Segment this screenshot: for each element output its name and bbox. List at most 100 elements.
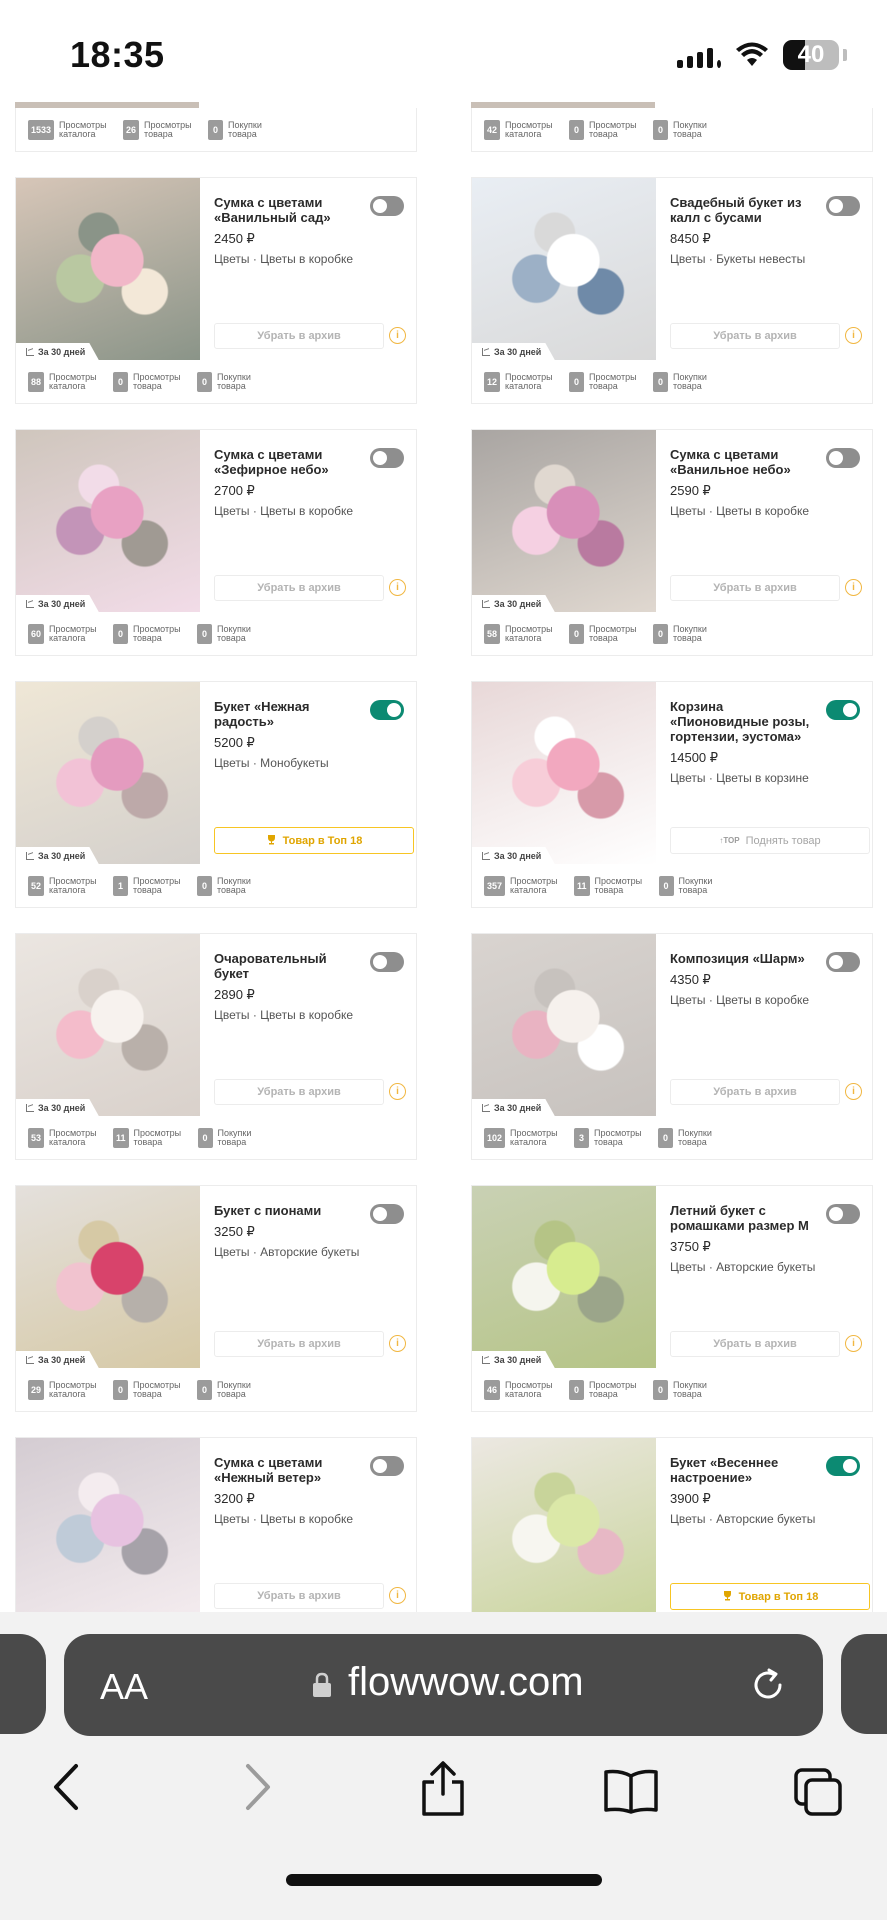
catalog-views-label: Просмотры каталога: [510, 1127, 558, 1147]
home-indicator: [286, 1874, 602, 1886]
stats-row: 1533 Просмотры каталога 26 Просмотры товара…: [15, 108, 417, 152]
archive-button[interactable]: Убрать в архив: [670, 1331, 840, 1357]
archive-button[interactable]: Убрать в архив: [670, 1079, 840, 1105]
back-icon[interactable]: [50, 1762, 84, 1812]
raise-product-button[interactable]: ↑TOP Поднять товар: [670, 827, 870, 854]
info-icon[interactable]: i: [389, 327, 406, 344]
visibility-toggle[interactable]: [826, 196, 860, 216]
product-card[interactable]: Букет «Весеннее настроение» 3900 ₽ Цветы ·…: [471, 1437, 873, 1612]
share-icon[interactable]: [418, 1760, 468, 1818]
product-image[interactable]: За 30 дней: [472, 682, 656, 865]
visibility-toggle[interactable]: [826, 700, 860, 720]
stat-catalog-views: 52 Просмотры каталога: [28, 875, 101, 896]
stats-row: 58 Просмотры каталога 0 Просмотры товара 0 По…: [471, 612, 873, 656]
archive-button[interactable]: Убрать в архив: [214, 1079, 384, 1105]
product-price: 3250 ₽: [214, 1224, 255, 1239]
product-title[interactable]: Свадебный букет из калл с бусами: [670, 195, 818, 225]
catalog-views-label: Просмотры каталога: [49, 875, 97, 895]
archive-button[interactable]: Убрать в архив: [214, 1583, 384, 1609]
product-title[interactable]: Летний букет с ромашками размер M: [670, 1203, 818, 1233]
product-title[interactable]: Букет «Весеннее настроение»: [670, 1455, 818, 1485]
archive-button[interactable]: Убрать в архив: [214, 1331, 384, 1357]
stat-purchases: 0 Покупки товара: [197, 1127, 270, 1148]
product-title[interactable]: Сумка с цветами «Нежный ветер»: [214, 1455, 362, 1485]
stat-product-views: 1 Просмотры товара: [113, 875, 185, 896]
visibility-toggle[interactable]: [826, 952, 860, 972]
info-icon[interactable]: i: [389, 579, 406, 596]
info-icon[interactable]: i: [845, 579, 862, 596]
product-image[interactable]: За 30 дней: [472, 934, 656, 1117]
product-title[interactable]: Букет «Нежная радость»: [214, 699, 362, 729]
product-card[interactable]: Сумка с цветами «Нежный ветер» 3200 ₽ Цвет…: [15, 1437, 417, 1612]
product-image[interactable]: За 30 дней: [16, 682, 200, 865]
next-tab-peek[interactable]: [841, 1634, 887, 1734]
period-text: За 30 дней: [38, 851, 86, 861]
product-title[interactable]: Композиция «Шарм»: [670, 951, 818, 966]
product-image[interactable]: За 30 дней: [16, 430, 200, 613]
product-image[interactable]: [16, 1438, 200, 1612]
info-icon[interactable]: i: [389, 1587, 406, 1604]
info-icon[interactable]: i: [845, 1083, 862, 1100]
tabs-icon[interactable]: [792, 1766, 844, 1818]
product-image[interactable]: За 30 дней: [16, 934, 200, 1117]
visibility-toggle[interactable]: [370, 1204, 404, 1224]
product-image[interactable]: [472, 1438, 656, 1612]
info-icon[interactable]: i: [845, 1335, 862, 1352]
archive-button[interactable]: Убрать в архив: [214, 323, 384, 349]
visibility-toggle[interactable]: [370, 1456, 404, 1476]
product-title[interactable]: Корзина «Пионовидные розы, гортензии, эу…: [670, 699, 818, 744]
product-title[interactable]: Очаровательный букет: [214, 951, 362, 981]
reader-settings-button[interactable]: AA: [100, 1666, 148, 1708]
period-text: За 30 дней: [494, 1103, 542, 1113]
info-icon[interactable]: i: [845, 327, 862, 344]
url-text: flowwow.com: [348, 1660, 584, 1704]
product-title[interactable]: Сумка с цветами «Зефирное небо»: [214, 447, 362, 477]
visibility-toggle[interactable]: [370, 952, 404, 972]
stats-row: 53 Просмотры каталога 11 Просмотры товара 0 П…: [15, 1116, 417, 1160]
stat-purchases: 0 Покупки товара: [653, 371, 725, 392]
product-image[interactable]: За 30 дней: [16, 178, 200, 361]
product-image[interactable]: За 30 дней: [472, 1186, 656, 1369]
top-product-button[interactable]: Товар в Топ 18: [214, 827, 414, 854]
catalog-views-count: 52: [28, 875, 45, 896]
address-bar[interactable]: AA flowwow.com: [64, 1634, 823, 1736]
visibility-toggle[interactable]: [370, 196, 404, 216]
product-category: Цветы · Цветы в коробке: [214, 1512, 354, 1526]
product-image[interactable]: За 30 дней: [16, 1186, 200, 1369]
purchases-label: Покупки товара: [217, 623, 251, 643]
stat-purchases: 0 Покупки товара: [653, 1379, 725, 1400]
visibility-toggle[interactable]: [826, 1456, 860, 1476]
product-title[interactable]: Сумка с цветами «Ванильный сад»: [214, 195, 362, 225]
top-product-button[interactable]: Товар в Топ 18: [670, 1583, 870, 1610]
period-label: За 30 дней: [472, 343, 556, 361]
top-tag: ↑TOP: [719, 836, 739, 845]
period-text: За 30 дней: [38, 599, 86, 609]
archive-button[interactable]: Убрать в архив: [670, 575, 840, 601]
previous-tab-peek[interactable]: [0, 1634, 46, 1734]
catalog-views-label: Просмотры каталога: [59, 119, 107, 139]
product-category: Цветы · Монобукеты: [214, 756, 329, 770]
visibility-toggle[interactable]: [370, 700, 404, 720]
catalog-views-count: 46: [484, 1379, 501, 1400]
product-category: Цветы · Цветы в корзине: [670, 771, 809, 785]
catalog-views-count: 53: [28, 1127, 45, 1148]
visibility-toggle[interactable]: [370, 448, 404, 468]
product-title[interactable]: Букет с пионами: [214, 1203, 362, 1218]
period-text: За 30 дней: [494, 851, 542, 861]
bookmarks-icon[interactable]: [602, 1768, 660, 1814]
visibility-toggle[interactable]: [826, 1204, 860, 1224]
product-image[interactable]: За 30 дней: [472, 178, 656, 361]
archive-button[interactable]: Убрать в архив: [214, 575, 384, 601]
product-image[interactable]: За 30 дней: [472, 430, 656, 613]
info-icon[interactable]: i: [389, 1083, 406, 1100]
archive-button[interactable]: Убрать в архив: [670, 323, 840, 349]
reload-icon[interactable]: [747, 1664, 789, 1706]
product-views-count: 0: [569, 1379, 585, 1400]
product-title[interactable]: Сумка с цветами «Ванильное небо»: [670, 447, 818, 477]
stats-row: 88 Просмотры каталога 0 Просмотры товара 0 По…: [15, 360, 417, 404]
visibility-toggle[interactable]: [826, 448, 860, 468]
trophy-icon: [266, 834, 277, 848]
info-icon[interactable]: i: [389, 1335, 406, 1352]
product-views-count: 0: [113, 623, 129, 644]
forward-icon[interactable]: [240, 1762, 274, 1812]
